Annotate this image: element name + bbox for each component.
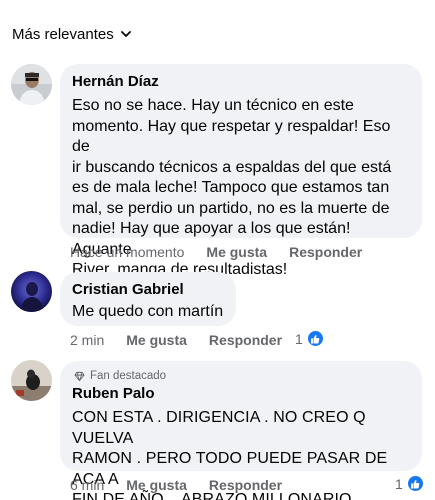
- comment-text: Me quedo con martín: [72, 303, 224, 320]
- reply-button[interactable]: Responder: [289, 244, 362, 260]
- comment-actions: Hace un momento Me gusta Responder: [70, 244, 362, 260]
- reply-button[interactable]: Responder: [209, 332, 282, 348]
- avatar[interactable]: [11, 64, 52, 105]
- comment-timestamp[interactable]: Hace un momento: [70, 244, 184, 260]
- avatar[interactable]: [11, 271, 52, 312]
- top-fan-badge: Fan destacado: [72, 369, 410, 383]
- reaction-summary[interactable]: 1: [395, 475, 424, 492]
- comment-author[interactable]: Cristian Gabriel: [72, 280, 224, 300]
- reaction-summary[interactable]: 1: [295, 330, 324, 347]
- like-button[interactable]: Me gusta: [126, 332, 187, 348]
- comment-author[interactable]: Ruben Palo: [72, 384, 410, 404]
- thumbs-up-icon: [406, 475, 424, 492]
- diamond-icon: [74, 371, 85, 381]
- comment-bubble: Hernán Díaz Eso no se hace. Hay un técni…: [60, 64, 422, 278]
- comment-timestamp[interactable]: 6 min: [70, 477, 104, 493]
- comment-actions: 2 min Me gusta Responder: [70, 332, 282, 348]
- comment-bubble: Fan destacado Ruben Palo CON ESTA . DIRI…: [60, 361, 422, 500]
- comment-actions: 6 min Me gusta Responder: [70, 477, 282, 493]
- comment-bubble: Cristian Gabriel Me quedo con martín: [60, 272, 236, 326]
- chevron-down-icon: [120, 31, 131, 37]
- avatar[interactable]: [11, 360, 52, 401]
- like-button[interactable]: Me gusta: [126, 477, 187, 493]
- reaction-count: 1: [295, 330, 303, 347]
- reply-button[interactable]: Responder: [209, 477, 282, 493]
- comment-timestamp[interactable]: 2 min: [70, 332, 104, 348]
- sort-dropdown[interactable]: Más relevantes: [12, 22, 132, 46]
- reaction-count: 1: [395, 475, 403, 492]
- thumbs-up-icon: [306, 330, 324, 347]
- comment-author[interactable]: Hernán Díaz: [72, 72, 410, 92]
- badge-label: Fan destacado: [90, 370, 167, 382]
- like-button[interactable]: Me gusta: [206, 244, 267, 260]
- sort-label: Más relevantes: [12, 25, 114, 43]
